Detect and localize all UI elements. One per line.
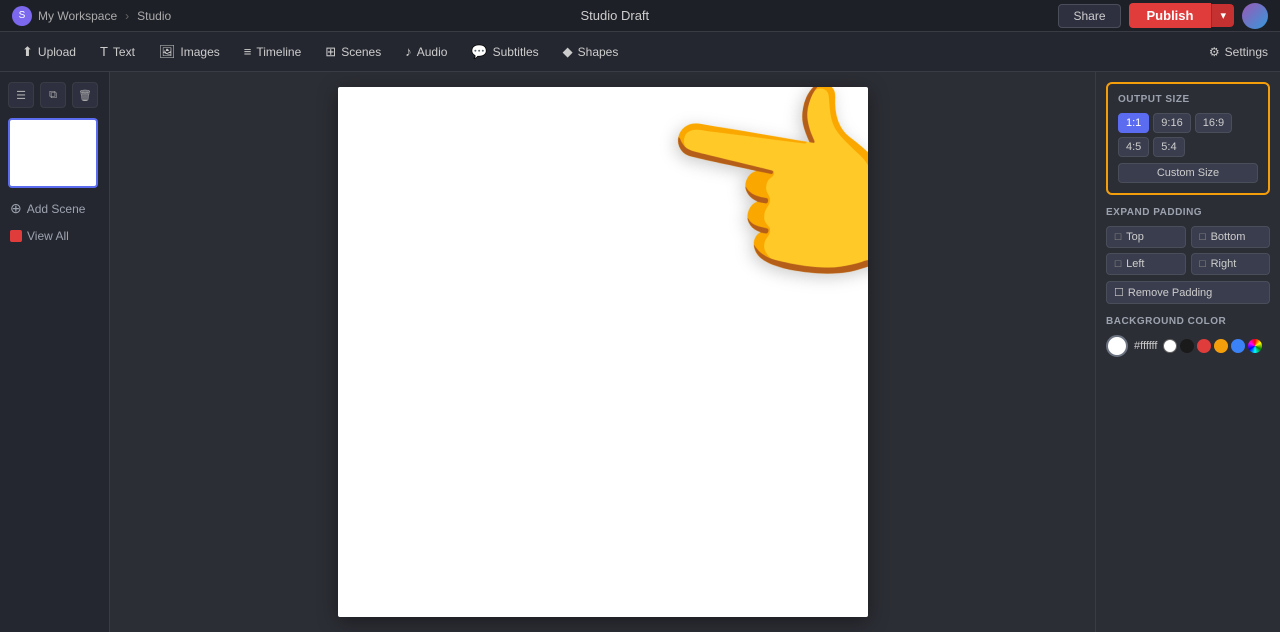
draft-label: Studio Draft (581, 8, 650, 23)
avatar[interactable] (1242, 3, 1268, 29)
timeline-button[interactable]: ≡ Timeline (234, 39, 312, 64)
bg-color-swatch[interactable] (1106, 335, 1128, 357)
publish-dropdown-button[interactable]: ▾ (1211, 4, 1234, 27)
main-layout: ☰ ⧉ 🗑 ⊕ Add Scene View All 👉 Output Size… (0, 72, 1280, 632)
upload-button[interactable]: ⬆ Upload (12, 39, 86, 65)
sidebar-top-icons: ☰ ⧉ 🗑 (8, 82, 101, 108)
view-all-label: View All (27, 229, 69, 243)
shapes-icon: ◆ (563, 44, 573, 60)
swatch-white[interactable] (1163, 339, 1177, 353)
bg-color-row: #ffffff (1106, 335, 1270, 357)
timeline-label: Timeline (256, 45, 301, 59)
scenes-label: Scenes (341, 45, 381, 59)
settings-label: Settings (1225, 45, 1268, 59)
sidebar: ☰ ⧉ 🗑 ⊕ Add Scene View All (0, 72, 110, 632)
images-label: Images (180, 45, 219, 59)
subtitles-label: Subtitles (493, 45, 539, 59)
scenes-button[interactable]: ⊞ Scenes (315, 39, 391, 65)
subtitles-button[interactable]: 💬 Subtitles (461, 39, 548, 65)
scenes-icon: ⊞ (325, 44, 336, 60)
shapes-button[interactable]: ◆ Shapes (553, 39, 629, 65)
images-button[interactable]: 🖼 Images (149, 39, 230, 65)
padding-right-label: Right (1211, 258, 1237, 270)
expand-padding-label: Expand Padding (1106, 207, 1270, 218)
padding-bottom-label: Bottom (1211, 231, 1246, 243)
check-icon-bottom: ☐ (1199, 232, 1207, 243)
padding-grid: ☐ Top ☐ Bottom ☐ Left ☐ Right (1106, 226, 1270, 275)
size-btn-1-1[interactable]: 1:1 (1118, 113, 1149, 133)
publish-button[interactable]: Publish (1129, 3, 1212, 28)
bg-color-label: Background Color (1106, 316, 1270, 327)
toolbar: ⬆ Upload T Text 🖼 Images ≡ Timeline ⊞ Sc… (0, 32, 1280, 72)
check-icon-right: ☐ (1199, 259, 1207, 270)
publish-group: Publish ▾ (1129, 3, 1234, 28)
padding-top-label: Top (1126, 231, 1144, 243)
remove-padding-label: Remove Padding (1128, 287, 1212, 299)
scene-thumbnail[interactable] (8, 118, 98, 188)
padding-left-label: Left (1126, 258, 1144, 270)
color-swatches (1163, 339, 1262, 353)
swatch-yellow[interactable] (1214, 339, 1228, 353)
timeline-icon: ≡ (244, 44, 252, 59)
check-icon-remove: ☐ (1114, 286, 1124, 299)
padding-left-button[interactable]: ☐ Left (1106, 253, 1186, 275)
custom-size-button[interactable]: Custom Size (1118, 163, 1258, 183)
bg-color-value: #ffffff (1134, 340, 1157, 352)
expand-padding-section: Expand Padding ☐ Top ☐ Bottom ☐ Left ☐ R… (1106, 207, 1270, 304)
hand-emoji: 👉 (633, 87, 867, 337)
settings-icon: ⚙ (1209, 45, 1220, 59)
add-scene-label: Add Scene (27, 202, 86, 216)
text-button[interactable]: T Text (90, 39, 145, 64)
swatch-black[interactable] (1180, 339, 1194, 353)
audio-icon: ♪ (405, 44, 412, 59)
size-btn-4-5[interactable]: 4:5 (1118, 137, 1149, 157)
plus-icon: ⊕ (10, 200, 22, 217)
bg-color-section: Background Color #ffffff (1106, 316, 1270, 357)
workspace-label[interactable]: My Workspace (38, 9, 117, 23)
right-panel: Output Size 1:1 9:16 16:9 4:5 5:4 Custom… (1095, 72, 1280, 632)
check-icon-top: ☐ (1114, 232, 1122, 243)
upload-label: Upload (38, 45, 76, 59)
add-scene-button[interactable]: ⊕ Add Scene (8, 196, 101, 221)
padding-bottom-button[interactable]: ☐ Bottom (1191, 226, 1271, 248)
sidebar-copy-icon[interactable]: ⧉ (40, 82, 66, 108)
topbar-right: Share Publish ▾ (1058, 3, 1268, 29)
audio-button[interactable]: ♪ Audio (395, 39, 457, 64)
view-all-button[interactable]: View All (8, 225, 101, 247)
output-size-box: Output Size 1:1 9:16 16:9 4:5 5:4 Custom… (1106, 82, 1270, 195)
swatch-red[interactable] (1197, 339, 1211, 353)
audio-label: Audio (417, 45, 448, 59)
padding-top-button[interactable]: ☐ Top (1106, 226, 1186, 248)
share-button[interactable]: Share (1058, 4, 1120, 28)
shapes-label: Shapes (578, 45, 619, 59)
size-buttons: 1:1 9:16 16:9 4:5 5:4 (1118, 113, 1258, 157)
size-btn-9-16[interactable]: 9:16 (1153, 113, 1190, 133)
upload-icon: ⬆ (22, 44, 33, 60)
settings-button[interactable]: ⚙ Settings (1209, 45, 1268, 59)
app-logo: S (12, 6, 32, 26)
text-label: Text (113, 45, 135, 59)
output-size-label: Output Size (1118, 94, 1258, 105)
top-bar: S My Workspace › Studio Studio Draft Sha… (0, 0, 1280, 32)
breadcrumb-separator: › (125, 9, 129, 23)
size-btn-16-9[interactable]: 16:9 (1195, 113, 1232, 133)
subtitles-icon: 💬 (471, 44, 487, 60)
swatch-gradient[interactable] (1248, 339, 1262, 353)
app-label[interactable]: Studio (137, 9, 171, 23)
size-btn-5-4[interactable]: 5:4 (1153, 137, 1184, 157)
text-icon: T (100, 44, 108, 59)
remove-padding-button[interactable]: ☐ Remove Padding (1106, 281, 1270, 304)
images-icon: 🖼 (159, 44, 176, 60)
padding-right-button[interactable]: ☐ Right (1191, 253, 1271, 275)
sidebar-trash-icon[interactable]: 🗑 (72, 82, 98, 108)
canvas-frame[interactable]: 👉 (338, 87, 868, 617)
topbar-left: S My Workspace › Studio (12, 6, 171, 26)
scene-color-dot (10, 230, 22, 242)
swatch-blue[interactable] (1231, 339, 1245, 353)
sidebar-list-icon[interactable]: ☰ (8, 82, 34, 108)
avatar-image (1242, 3, 1268, 29)
check-icon-left: ☐ (1114, 259, 1122, 270)
canvas-area[interactable]: 👉 (110, 72, 1095, 632)
